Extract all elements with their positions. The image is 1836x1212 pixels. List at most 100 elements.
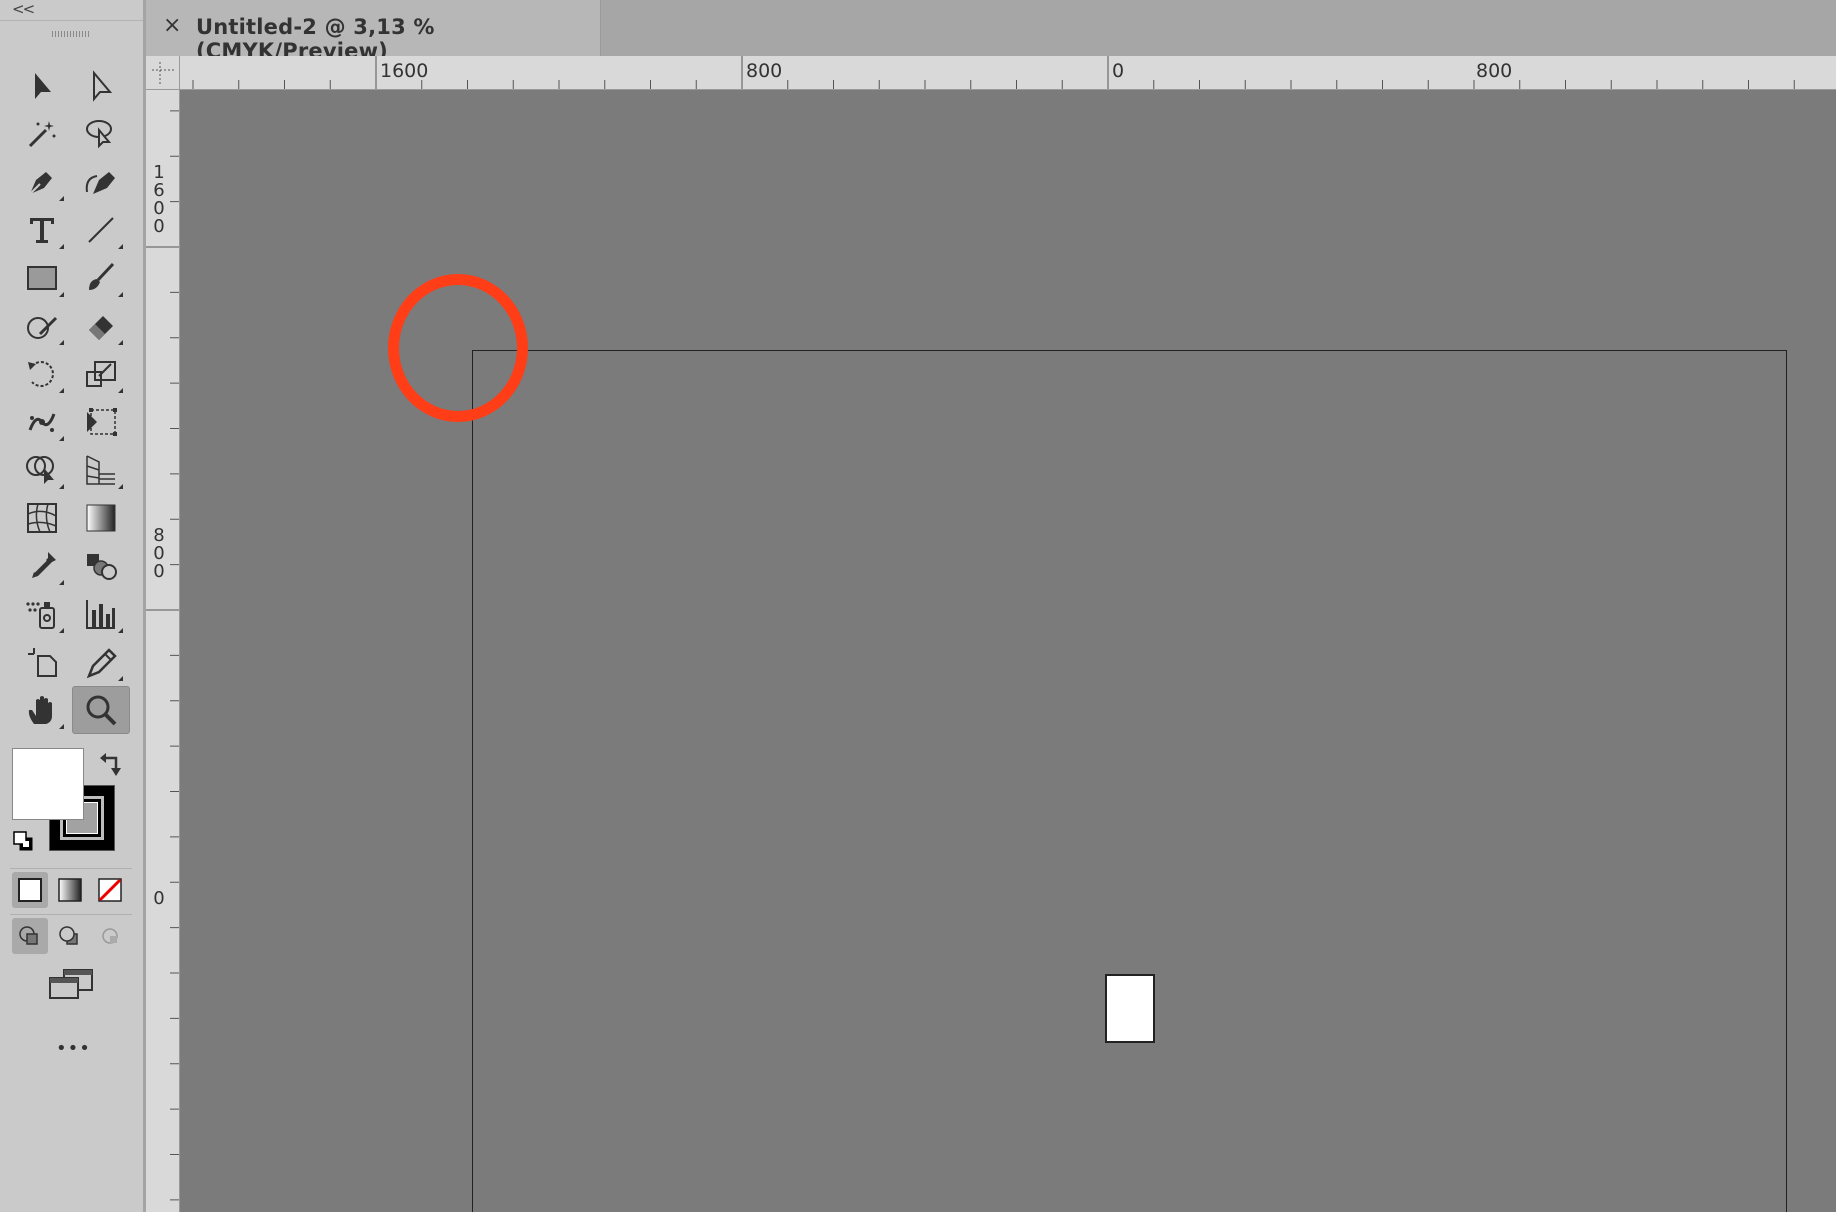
scale-tool[interactable] [74, 352, 128, 396]
flyout-indicator [59, 484, 64, 489]
divider [10, 914, 132, 915]
artboard-tool[interactable] [15, 640, 69, 684]
curvature-tool[interactable] [74, 160, 128, 204]
gradient-tool-icon [86, 504, 116, 532]
flyout-indicator [118, 340, 123, 345]
document-tab[interactable]: × Untitled-2 @ 3,13 % (CMYK/Preview) [146, 0, 601, 63]
highlight-circle-annotation [388, 274, 528, 422]
document-canvas[interactable] [180, 90, 1836, 1212]
flyout-indicator [118, 244, 123, 249]
swap-fill-stroke-button[interactable] [98, 750, 126, 783]
zoom-tool[interactable] [72, 686, 130, 734]
swap-arrows-icon [100, 753, 121, 776]
default-colors-icon [13, 831, 33, 851]
magic-wand-tool-icon [28, 121, 56, 148]
rotate-tool-icon [28, 361, 54, 387]
flyout-indicator [59, 628, 64, 633]
zoom-tool-icon [86, 695, 117, 726]
artboard[interactable] [472, 350, 1787, 1212]
ruler-label: 800 [153, 525, 165, 582]
gradient-mode-button[interactable] [52, 872, 88, 908]
ruler-label: 0 [1112, 60, 1125, 82]
ruler-origin-icon [152, 62, 176, 86]
slice-tool[interactable] [74, 640, 128, 684]
vertical-ruler[interactable]: 1600 800 0 [146, 90, 180, 1212]
collapse-panel-button[interactable]: << [12, 0, 35, 18]
puppet-warp-tool[interactable] [15, 400, 69, 444]
selection-tool-icon [35, 73, 51, 99]
line-segment-tool[interactable] [74, 208, 128, 252]
puppet-warp-tool-icon [28, 413, 56, 432]
default-fill-stroke-button[interactable] [12, 830, 36, 859]
flyout-indicator [118, 292, 123, 297]
type-tool-icon [30, 218, 54, 243]
flyout-indicator [59, 724, 64, 729]
white-rectangle-object[interactable] [1105, 974, 1155, 1043]
fill-color-swatch[interactable] [12, 748, 84, 820]
rotate-tool[interactable] [15, 352, 69, 396]
paintbrush-tool[interactable] [74, 256, 128, 300]
magic-wand-tool[interactable] [15, 112, 69, 156]
draw-inside-icon [102, 928, 118, 944]
color-mode-button[interactable] [12, 872, 48, 908]
panel-drag-grip[interactable] [52, 31, 90, 37]
perspective-grid-tool[interactable] [74, 448, 128, 492]
perspective-grid-tool-icon [86, 455, 115, 485]
flyout-indicator [118, 388, 123, 393]
flyout-indicator [59, 244, 64, 249]
artboard-tool-icon [28, 648, 57, 677]
direct-selection-tool-icon [93, 70, 113, 102]
mesh-tool[interactable] [15, 496, 69, 540]
flyout-indicator [59, 340, 64, 345]
document-tab-bar: × Untitled-2 @ 3,13 % (CMYK/Preview) [146, 0, 1836, 63]
eraser-tool[interactable] [74, 304, 128, 348]
draw-behind-icon [59, 926, 78, 945]
flyout-indicator [118, 484, 123, 489]
shape-builder-tool[interactable] [15, 448, 69, 492]
scale-tool-icon [86, 361, 116, 387]
lasso-tool-icon [86, 120, 112, 149]
line-segment-tool-icon [88, 217, 114, 243]
edit-toolbar-button[interactable]: ••• [56, 1038, 91, 1059]
hand-tool-icon [28, 696, 52, 724]
column-graph-tool[interactable] [74, 592, 128, 636]
flyout-indicator [59, 292, 64, 297]
shape-builder-tool-icon [26, 456, 54, 484]
direct-selection-tool[interactable] [74, 64, 128, 108]
pen-tool[interactable] [15, 160, 69, 204]
eyedropper-tool[interactable] [15, 544, 69, 588]
selection-tool[interactable] [15, 64, 69, 108]
shaper-tool-icon [27, 316, 58, 339]
eyedropper-tool-icon [32, 552, 56, 578]
rectangle-tool[interactable] [15, 256, 69, 300]
eraser-tool-icon [89, 316, 113, 340]
gradient-tool[interactable] [74, 496, 128, 540]
ruler-label: 1600 [153, 162, 165, 237]
ruler-label: 0 [153, 888, 165, 909]
draw-normal-button[interactable] [12, 918, 48, 954]
hand-tool[interactable] [15, 688, 69, 732]
symbol-sprayer-tool-icon [26, 602, 55, 629]
draw-inside-button[interactable] [92, 918, 128, 954]
flyout-indicator [59, 436, 64, 441]
flyout-indicator [59, 580, 64, 585]
draw-behind-button[interactable] [52, 918, 88, 954]
close-tab-button[interactable]: × [163, 13, 181, 38]
blend-tool-icon [87, 554, 117, 580]
ruler-label: 800 [1476, 60, 1513, 82]
blend-tool[interactable] [74, 544, 128, 588]
ruler-label: 1600 [380, 60, 429, 82]
none-mode-button[interactable] [92, 872, 128, 908]
screen-mode-icon [49, 969, 93, 999]
horizontal-ruler[interactable]: 1600 800 0 800 [146, 56, 1836, 90]
symbol-sprayer-tool[interactable] [15, 592, 69, 636]
change-screen-mode-button[interactable] [48, 968, 94, 1007]
lasso-tool[interactable] [74, 112, 128, 156]
type-tool[interactable] [15, 208, 69, 252]
shaper-tool[interactable] [15, 304, 69, 348]
ruler-label: 800 [746, 60, 783, 82]
paintbrush-tool-icon [89, 262, 115, 290]
pen-tool-icon [29, 172, 52, 195]
free-transform-tool[interactable] [74, 400, 128, 444]
ruler-origin-corner[interactable] [146, 56, 180, 90]
